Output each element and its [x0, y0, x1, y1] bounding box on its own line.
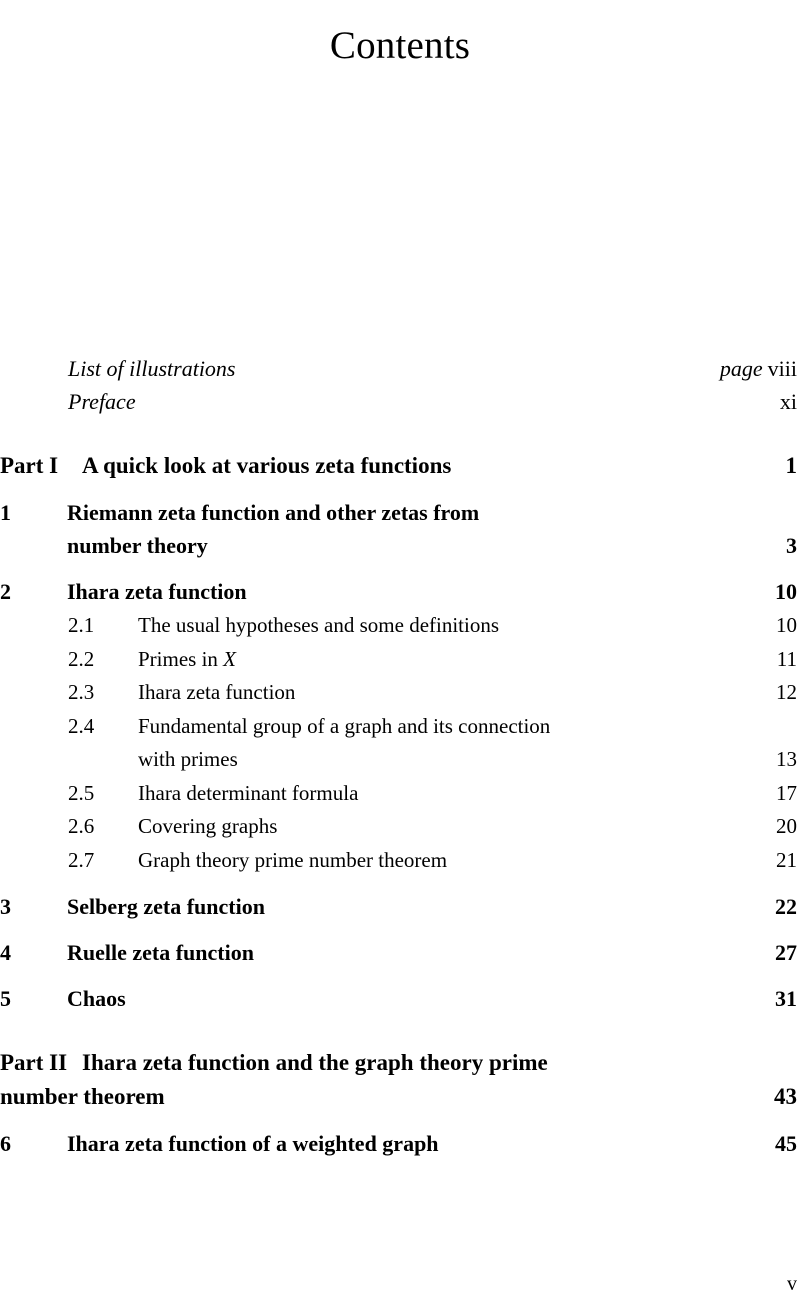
- entry-page-number: 22: [775, 894, 797, 919]
- toc-page: Contents List of illustrations page viii …: [0, 0, 800, 1306]
- toc-entry-list: List of illustrations page viii Preface x…: [0, 352, 800, 1160]
- section-title: Ihara determinant formula: [138, 780, 359, 805]
- toc-entry-section-2-4[interactable]: 2.4 Fundamental group of a graph and its…: [0, 710, 800, 777]
- toc-row: 4 Ruelle zeta function 27: [0, 936, 800, 969]
- toc-row: 2.3 Ihara zeta function 12: [0, 676, 800, 710]
- toc-row-continuation: with primes 13: [0, 743, 800, 777]
- part-number: Part I: [0, 453, 59, 478]
- section-title: Covering graphs: [138, 814, 278, 838]
- section-number: 2.3: [68, 680, 95, 704]
- chapter-title: Chaos: [67, 986, 126, 1011]
- section-title-text: Primes in: [138, 646, 224, 671]
- toc-entry-section-2-2[interactable]: 2.2 Primes in X 11: [0, 643, 800, 677]
- part-title-continuation: number theorem: [0, 1084, 165, 1109]
- entry-page-number: 10: [775, 579, 797, 604]
- entry-page-number: 10: [776, 613, 797, 637]
- toc-entry-chapter-3[interactable]: 3 Selberg zeta function 22: [0, 890, 800, 923]
- toc-row: 2.7 Graph theory prime number theorem 21: [0, 844, 800, 878]
- toc-row: Preface xi: [0, 385, 800, 418]
- section-number: 2.6: [68, 814, 95, 838]
- toc-row: 5 Chaos 31: [0, 982, 800, 1015]
- section-number: 2.5: [68, 780, 95, 805]
- section-title-math-variable: X: [223, 646, 236, 671]
- toc-entry-front-matter-0[interactable]: List of illustrations page viii: [0, 352, 800, 385]
- toc-row-continuation: number theory 3: [0, 529, 800, 562]
- toc-row: 2 Ihara zeta function 10: [0, 575, 800, 608]
- part-number: Part II: [0, 1050, 68, 1075]
- page-label: page: [719, 356, 763, 381]
- toc-row: List of illustrations page viii: [0, 352, 800, 385]
- section-title: Primes in X: [0, 643, 800, 677]
- toc-entry-chapter-1[interactable]: 1 Riemann zeta function and other zetas …: [0, 496, 800, 562]
- chapter-title: Ihara zeta function of a weighted graph: [67, 1131, 439, 1156]
- toc-row: Part I A quick look at various zeta func…: [0, 449, 800, 483]
- chapter-title: Riemann zeta function and other zetas fr…: [67, 500, 480, 525]
- toc-entry-section-2-1[interactable]: 2.1 The usual hypotheses and some defini…: [0, 609, 800, 643]
- part-title: A quick look at various zeta functions: [82, 453, 452, 478]
- chapter-title: Ihara zeta function: [67, 579, 247, 604]
- toc-row: 6 Ihara zeta function of a weighted grap…: [0, 1127, 800, 1160]
- toc-entry-chapter-6[interactable]: 6 Ihara zeta function of a weighted grap…: [0, 1127, 800, 1160]
- chapter-number: 5: [0, 986, 11, 1011]
- section-list-chapter-2: 2.1 The usual hypotheses and some defini…: [0, 609, 800, 877]
- entry-page-number: 1: [785, 453, 798, 478]
- toc-row: 3 Selberg zeta function 22: [0, 890, 800, 923]
- entry-page-number: 43: [774, 1084, 797, 1109]
- toc-row: 2.2 Primes in X 11: [0, 643, 800, 677]
- page-value: viii: [767, 356, 797, 381]
- entry-page-number: 13: [776, 747, 797, 771]
- entry-page-number: xi: [780, 385, 797, 418]
- section-number: 2.1: [68, 613, 95, 637]
- toc-row: 2.1 The usual hypotheses and some defini…: [0, 609, 800, 643]
- toc-entry-chapter-2[interactable]: 2 Ihara zeta function 10: [0, 575, 800, 608]
- toc-entry-chapter-4[interactable]: 4 Ruelle zeta function 27: [0, 936, 800, 969]
- chapter-number: 6: [0, 1131, 11, 1156]
- toc-row: 2.6 Covering graphs 20: [0, 810, 800, 844]
- section-number: 2.7: [68, 847, 95, 872]
- entry-page-number: 21: [776, 847, 797, 872]
- entry-page-number: 31: [775, 986, 797, 1011]
- toc-entry-part-1[interactable]: Part I A quick look at various zeta func…: [0, 449, 800, 483]
- entry-page-number: 27: [775, 940, 797, 965]
- chapter-number: 1: [0, 500, 11, 525]
- section-title: The usual hypotheses and some definition…: [138, 613, 500, 637]
- section-number: 2.2: [68, 646, 95, 671]
- section-number: 2.4: [68, 713, 95, 738]
- toc-row: 1 Riemann zeta function and other zetas …: [0, 496, 800, 529]
- section-title-continuation: with primes: [138, 747, 238, 771]
- toc-entry-section-2-5[interactable]: 2.5 Ihara determinant formula 17: [0, 777, 800, 811]
- page-value: xi: [779, 389, 797, 414]
- part-title: Ihara zeta function and the graph theory…: [82, 1050, 548, 1075]
- entry-page-number: 3: [786, 533, 797, 558]
- entry-page-number: page viii: [720, 352, 797, 385]
- toc-entry-chapter-5[interactable]: 5 Chaos 31: [0, 982, 800, 1015]
- toc-row: 2.5 Ihara determinant formula 17: [0, 777, 800, 811]
- section-title: Graph theory prime number theorem: [138, 847, 448, 872]
- toc-row: 2.4 Fundamental group of a graph and its…: [0, 710, 800, 744]
- entry-title: Preface: [68, 389, 136, 414]
- toc-entry-section-2-6[interactable]: 2.6 Covering graphs 20: [0, 810, 800, 844]
- entry-page-number: 12: [776, 680, 797, 704]
- chapter-title: Ruelle zeta function: [67, 940, 254, 965]
- page-folio-number: v: [787, 1273, 797, 1295]
- entry-page-number: 11: [776, 646, 797, 671]
- toc-entry-section-2-7[interactable]: 2.7 Graph theory prime number theorem 21: [0, 844, 800, 878]
- chapter-title-continuation: number theory: [67, 533, 208, 558]
- entry-page-number: 20: [776, 814, 797, 838]
- entry-title: List of illustrations: [68, 356, 236, 381]
- chapter-number: 2: [0, 579, 11, 604]
- entry-page-number: 45: [775, 1131, 797, 1156]
- section-title: Ihara zeta function: [138, 680, 296, 704]
- section-title: Fundamental group of a graph and its con…: [138, 713, 551, 738]
- toc-entry-front-matter-1[interactable]: Preface xi: [0, 385, 800, 418]
- chapter-number: 4: [0, 940, 11, 965]
- chapter-title: Selberg zeta function: [67, 894, 265, 919]
- toc-entry-part-2[interactable]: Part II Ihara zeta function and the grap…: [0, 1046, 800, 1114]
- chapter-number: 3: [0, 894, 11, 919]
- toc-row-continuation: number theorem 43: [0, 1080, 800, 1114]
- toc-entry-section-2-3[interactable]: 2.3 Ihara zeta function 12: [0, 676, 800, 710]
- entry-page-number: 17: [776, 780, 797, 805]
- page-title: Contents: [329, 24, 471, 68]
- toc-row: Part II Ihara zeta function and the grap…: [0, 1046, 800, 1080]
